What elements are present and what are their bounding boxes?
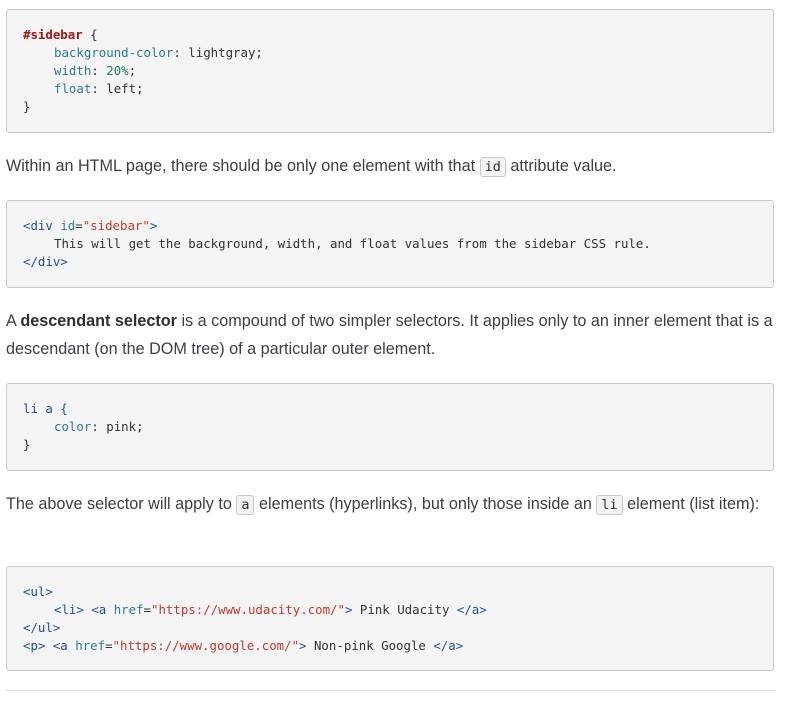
css-selector: li a {	[23, 401, 68, 416]
html-tag: <li>	[54, 602, 84, 617]
css-value: lightgray;	[180, 45, 263, 60]
paragraph-id-uniqueness: Within an HTML page, there should be onl…	[6, 152, 776, 181]
code-line: <li> <a href="https://www.udacity.com/">…	[23, 601, 757, 619]
code-semicolon: ;	[128, 63, 137, 78]
code-line: color: pink;	[54, 419, 144, 434]
html-tag: </div>	[23, 254, 68, 269]
code-line: </div>	[23, 253, 757, 271]
code-block-descendant-css: li a { color: pink;}	[6, 383, 774, 471]
code-line: background-color: lightgray;	[54, 45, 263, 60]
inline-code-a: a	[236, 495, 255, 515]
code-equals: =	[143, 602, 151, 617]
html-string: "sidebar"	[82, 218, 150, 233]
code-line: <p> <a href="https://www.google.com/"> N…	[23, 637, 757, 655]
paragraph-text: attribute value.	[505, 157, 617, 175]
code-line: width: 20%;	[54, 63, 137, 78]
html-text-content: Non-pink Google	[306, 638, 434, 653]
html-tag: </a>	[456, 602, 487, 617]
code-brace: }	[23, 437, 31, 452]
code-line: #sidebar {	[23, 26, 757, 44]
html-tag: <p>	[23, 638, 46, 653]
paragraph-text: The above selector will apply to	[6, 495, 237, 513]
section-divider	[6, 690, 776, 691]
code-brace: {	[82, 27, 98, 42]
css-value: pink;	[98, 419, 144, 434]
paragraph-text: element (list item):	[622, 495, 760, 513]
code-brace: }	[23, 99, 31, 114]
inline-code-id: id	[479, 157, 506, 177]
code-line: <div id="sidebar">	[23, 217, 757, 235]
code-line: This will get the background, width, and…	[23, 235, 757, 253]
html-text-content: Pink Udacity	[352, 602, 457, 617]
html-attribute: href	[113, 602, 144, 617]
css-property: width	[54, 63, 92, 78]
html-tag: >	[149, 218, 158, 233]
html-attribute: id	[60, 218, 76, 233]
code-line: </ul>	[23, 619, 757, 637]
code-line: }	[23, 436, 757, 454]
paragraph-text: A	[6, 312, 21, 330]
html-text-content: This will get the background, width, and…	[54, 236, 651, 251]
code-line: }	[23, 98, 757, 116]
code-equals: =	[75, 218, 83, 233]
code-block-links-html: <ul> <li> <a href="https://www.udacity.co…	[6, 566, 774, 671]
html-tag: </a>	[433, 638, 464, 653]
css-property: color	[54, 419, 92, 434]
html-tag: <a	[45, 638, 76, 653]
html-tag: >	[299, 638, 307, 653]
bold-term: descendant selector	[20, 312, 177, 330]
paragraph-selector-explanation: The above selector will apply to a eleme…	[6, 490, 776, 519]
code-equals: =	[105, 638, 113, 653]
paragraph-text: elements (hyperlinks), but only those in…	[254, 495, 597, 513]
css-value: 20%	[98, 63, 129, 78]
inline-code-li: li	[596, 495, 623, 515]
html-attribute: href	[75, 638, 106, 653]
css-selector: #sidebar	[23, 27, 83, 42]
code-line: <ul>	[23, 583, 757, 601]
paragraph-descendant-selector: A descendant selector is a compound of t…	[6, 307, 776, 363]
html-tag: <a	[83, 602, 114, 617]
html-string: "https://www.udacity.com/"	[151, 602, 345, 617]
code-block-sidebar-css: #sidebar {background-color: lightgray; wi…	[6, 9, 774, 133]
css-property: float	[54, 81, 92, 96]
html-tag: <ul>	[23, 584, 53, 599]
css-value: left;	[98, 81, 144, 96]
html-tag: </ul>	[23, 620, 61, 635]
css-property: background-color	[54, 45, 174, 60]
html-tag: <div	[23, 218, 61, 233]
document-page: #sidebar {background-color: lightgray; wi…	[0, 0, 788, 716]
html-string: "https://www.google.com/"	[112, 638, 300, 653]
code-line: li a {	[23, 400, 757, 418]
code-block-sidebar-html: <div id="sidebar"> This will get the back…	[6, 200, 774, 288]
paragraph-text: Within an HTML page, there should be onl…	[6, 157, 480, 175]
code-line: float: left;	[54, 81, 144, 96]
